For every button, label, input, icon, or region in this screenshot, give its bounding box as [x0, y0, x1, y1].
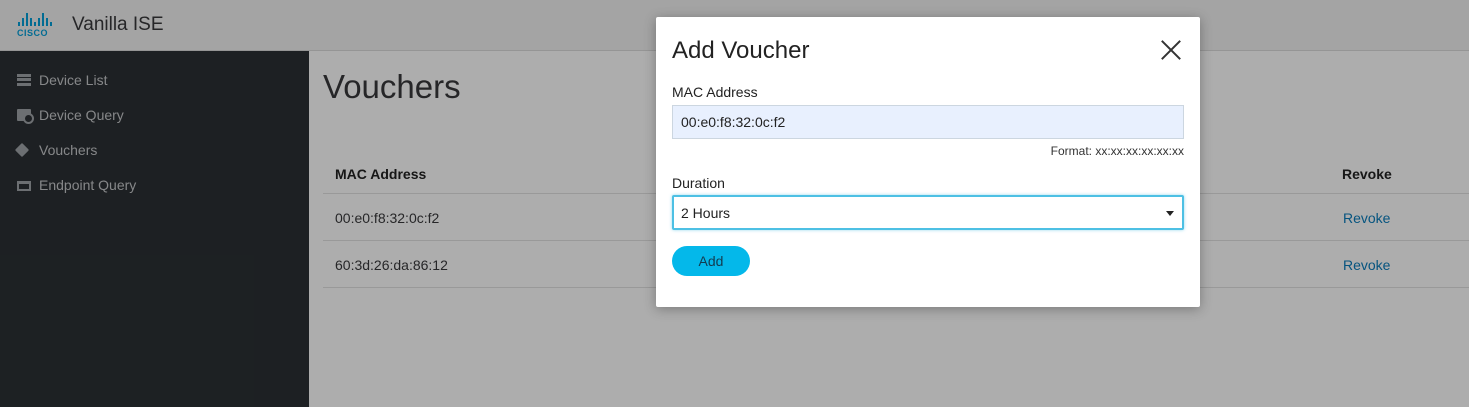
close-icon[interactable] — [1160, 39, 1182, 61]
mac-address-label: MAC Address — [672, 84, 758, 100]
duration-select[interactable]: 2 Hours — [672, 195, 1184, 230]
add-voucher-dialog: Add Voucher MAC Address Format: xx:xx:xx… — [656, 17, 1200, 307]
add-button[interactable]: Add — [672, 246, 750, 276]
mac-format-hint: Format: xx:xx:xx:xx:xx:xx — [1050, 144, 1184, 158]
mac-address-input[interactable] — [672, 105, 1184, 139]
caret-down-icon — [1166, 211, 1174, 216]
duration-selected-value: 2 Hours — [681, 204, 731, 221]
duration-label: Duration — [672, 175, 725, 191]
dialog-title: Add Voucher — [672, 37, 810, 64]
